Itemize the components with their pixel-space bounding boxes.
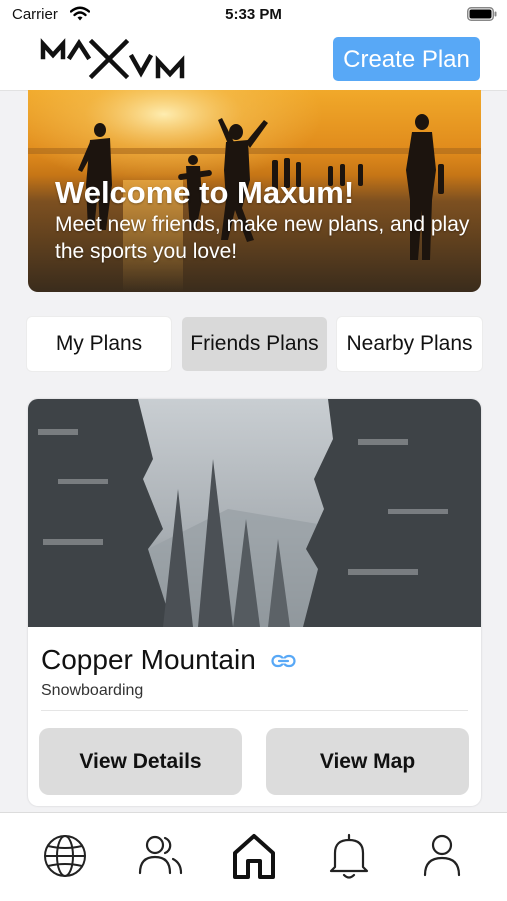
welcome-subtitle: Meet new friends, make new plans, and pl… xyxy=(55,213,470,263)
create-plan-button[interactable]: Create Plan xyxy=(333,37,480,81)
maxum-logo xyxy=(40,38,208,85)
card-divider xyxy=(41,710,468,711)
welcome-banner: Welcome to Maxum! Meet new friends, make… xyxy=(28,90,481,292)
plan-photo xyxy=(28,399,481,627)
globe-icon[interactable] xyxy=(40,831,90,881)
view-map-button[interactable]: View Map xyxy=(266,728,469,795)
status-bar: Carrier 5:33 PM xyxy=(0,0,507,30)
tab-nearby-plans[interactable]: Nearby Plans xyxy=(337,317,482,371)
battery-icon xyxy=(467,7,497,21)
view-details-button[interactable]: View Details xyxy=(39,728,242,795)
plan-filter-tabs: My Plans Friends Plans Nearby Plans xyxy=(27,317,482,371)
link-icon[interactable] xyxy=(271,654,296,668)
plan-card: Copper Mountain Snowboarding View Detail… xyxy=(28,399,481,806)
friends-icon[interactable] xyxy=(135,831,185,881)
tab-my-plans[interactable]: My Plans xyxy=(27,317,171,371)
plan-title: Copper Mountain xyxy=(41,644,256,675)
plan-sport: Snowboarding xyxy=(41,682,144,699)
app-header: Create Plan xyxy=(0,30,507,91)
welcome-title: Welcome to Maxum! xyxy=(55,175,355,210)
status-time: 5:33 PM xyxy=(225,6,282,23)
bottom-nav xyxy=(0,812,507,901)
home-icon[interactable] xyxy=(229,831,279,881)
bell-icon[interactable] xyxy=(324,831,374,881)
tab-friends-plans[interactable]: Friends Plans xyxy=(182,317,327,371)
profile-icon[interactable] xyxy=(417,831,467,881)
